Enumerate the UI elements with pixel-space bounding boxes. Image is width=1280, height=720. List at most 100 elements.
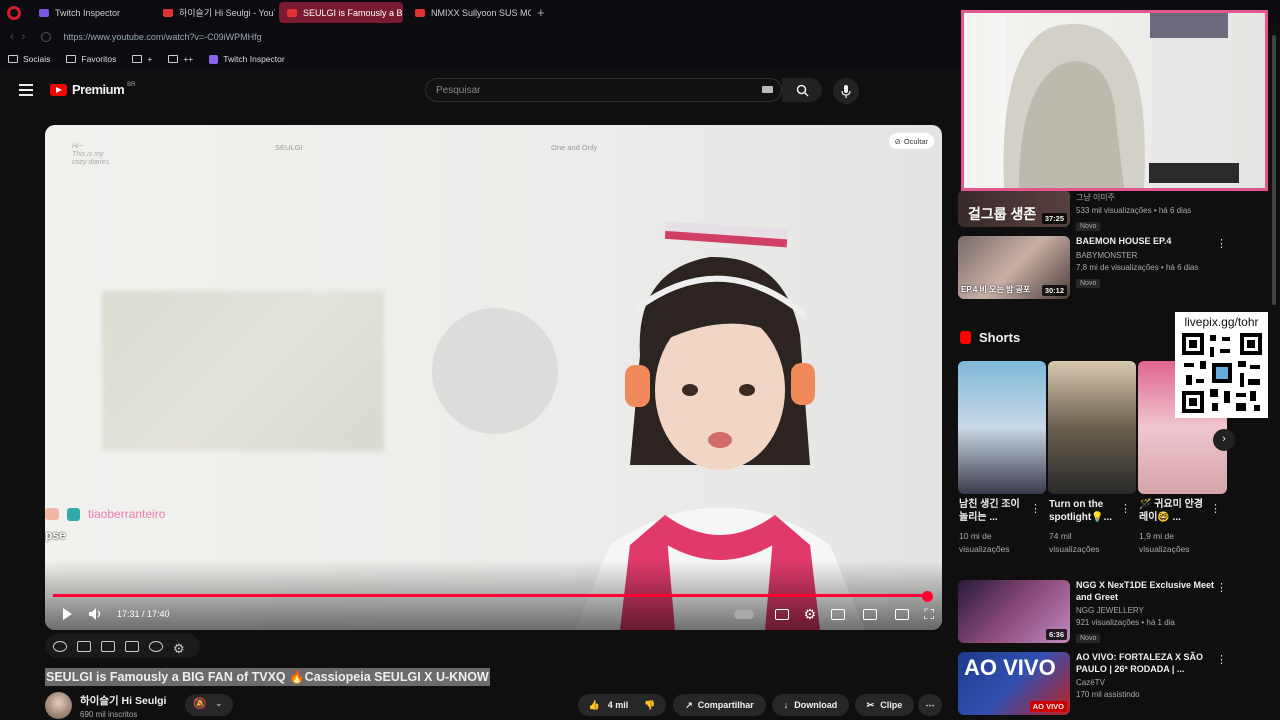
like-dislike-button[interactable]: 👍 4 mil 👎 [578,694,666,716]
folder-icon [168,55,179,63]
settings-icon[interactable]: ⚙ [804,606,817,623]
donation-qr-overlay: livepix.gg/tohr [1175,312,1268,418]
theater-mode-icon[interactable] [895,608,910,620]
overlay-text-one-and-only: One and Only [551,143,598,152]
video-stats: 7,8 mi de visualizações • há 6 dias [1076,262,1199,272]
short-thumbnail[interactable] [1048,361,1136,494]
more-icon[interactable]: ⋮ [1120,502,1222,515]
chat-message: tiaoberranteiro [45,507,165,521]
short-thumbnail[interactable] [958,361,1046,494]
webcam-feed [984,13,1239,188]
thumbs-down-icon[interactable]: 👎 [644,700,655,711]
bookmark-favoritos[interactable]: Favoritos [66,54,116,64]
film-icon[interactable] [125,640,139,652]
video-thumbnail[interactable]: AO VIVO AO VIVO [958,652,1070,715]
chevron-right-icon: › [1222,433,1226,445]
video-thumbnail[interactable]: 걸그룹 생존 37:25 [958,190,1070,227]
shorts-next-button[interactable]: › [1213,429,1235,451]
bookmarks-bar: Sociais Favoritos + ++ Twitch Inspector [0,48,960,70]
url-field[interactable]: https://www.youtube.com/watch?v=-C09iWPM… [63,32,261,42]
keyboard-icon[interactable] [762,86,773,93]
speed-icon[interactable] [149,640,163,652]
scissors-icon: ✂ [866,699,875,710]
tab-nmixx[interactable]: NMIXX Sullyoon SUS MO [407,2,531,23]
progress-bar[interactable] [53,594,928,597]
blurred-photo [102,291,384,451]
channel-info: 하이슬기 Hi Seulgi 690 mil inscritos [45,692,166,719]
more-icon[interactable]: ⋮ [1216,237,1227,250]
extension-toolbar: ⚙ [45,634,200,658]
more-icon[interactable]: ⋮ [1216,581,1227,594]
short-title[interactable]: 남친 생긴 조이 놀리는 ... [959,498,1031,524]
new-badge: Novo [1076,222,1101,231]
thumbs-up-icon[interactable]: 👍 [589,700,600,711]
bookmark-plusplus[interactable]: ++ [168,54,193,64]
clapper-icon[interactable] [77,640,91,652]
volume-icon[interactable] [89,608,103,620]
miniplayer-icon[interactable] [831,608,846,620]
share-button[interactable]: ↗ Compartilhar [673,694,766,716]
image-icon[interactable] [101,640,115,652]
youtube-header: Premium BR Pesquisar [0,70,960,110]
chat-text: pse [45,528,66,542]
recommended-video[interactable]: 6:36 NGG X NexT1DE Exclusive Meet and Gr… [958,580,1216,645]
opera-logo-icon[interactable] [7,5,21,20]
more-icon: ⋯ [925,699,935,710]
channel-name[interactable]: 하이슬기 Hi Seulgi [80,693,166,708]
fullscreen-icon[interactable]: ⛶ [924,606,934,623]
youtube-logo[interactable]: Premium BR [50,82,135,97]
nav-arrows-icon[interactable]: ‹› [10,31,33,43]
bell-off-icon: 🔕 [193,698,207,710]
clip-button[interactable]: ✂ Clipe [855,694,914,716]
more-actions-button[interactable]: ⋯ [918,694,942,716]
channel-avatar[interactable] [45,692,72,719]
share-icon: ↗ [685,699,693,710]
bookmark-twitch-inspector[interactable]: Twitch Inspector [209,54,285,64]
menu-icon[interactable] [19,84,33,99]
autoplay-toggle[interactable] [733,609,754,619]
youtube-icon [415,8,425,17]
more-icon[interactable]: ⋮ [1210,502,1222,515]
search-input[interactable]: Pesquisar [425,78,782,102]
pip-icon[interactable] [863,608,878,620]
search-button[interactable] [782,78,822,102]
notification-bell-button[interactable]: 🔕 ⌄ [185,694,233,716]
new-tab-button[interactable]: + [537,5,545,20]
video-thumbnail[interactable]: 6:36 [958,580,1070,643]
webcam-overlay [961,10,1268,191]
hide-button[interactable]: ⊘ Ocultar [888,133,934,149]
tab-hi-seulgi[interactable]: 하이슬기 Hi Seulgi - YouT [155,2,275,23]
recommended-video[interactable]: 걸그룹 생존 37:25 그냥 이미주 533 mil visualizaçõe… [958,190,1216,233]
tab-seulgi-video[interactable]: SEULGI is Famously a BIG [279,2,403,23]
bookmark-plus[interactable]: + [132,54,152,64]
video-stats: 533 mil visualizações • há 6 dias [1076,206,1192,215]
video-thumbnail[interactable]: EP.4 비 오는 밤 공포 30:12 [958,236,1070,299]
video-stats: 170 mil assistindo [1076,690,1140,699]
chat-username: tiaoberranteiro [88,507,166,521]
subtitles-icon[interactable] [774,608,789,620]
progress-scrubber[interactable] [922,591,933,602]
video-channel: CazéTV [1076,678,1105,687]
reload-icon[interactable] [41,31,52,42]
video-title: SEULGI is Famously a BIG FAN of TVXQ 🔥Ca… [45,668,490,686]
short-views: 74 mil visualizações [1049,531,1100,554]
video-player[interactable]: Hi~ This is my cozy diaries. SEULGI One … [45,125,942,630]
tab-twitch-inspector[interactable]: Twitch Inspector [31,2,151,23]
recommended-video[interactable]: AO VIVO AO VIVO AO VIVO: FORTALEZA X SÃO… [958,652,1216,715]
settings-icon[interactable]: ⚙ [173,641,187,656]
more-icon[interactable]: ⋮ [1216,653,1227,666]
youtube-icon [50,83,67,96]
download-button[interactable]: ↓ Download [772,694,849,716]
folder-icon [66,55,77,63]
short-views: 1,9 mi de visualizações [1139,531,1190,554]
bookmark-sociais[interactable]: Sociais [8,54,50,64]
qr-caption: livepix.gg/tohr [1184,315,1259,329]
play-icon[interactable] [63,608,72,620]
live-badge: AO VIVO [1029,701,1067,712]
address-bar: ‹› https://www.youtube.com/watch?v=-C09i… [0,25,960,48]
voice-search-button[interactable] [833,78,859,104]
audio-icon[interactable] [53,640,67,652]
recommended-video[interactable]: EP.4 비 오는 밤 공포 30:12 BAEMON HOUSE EP.4 B… [958,236,1216,299]
scrollbar[interactable] [1272,35,1276,305]
chevron-down-icon: ⌄ [215,698,223,708]
